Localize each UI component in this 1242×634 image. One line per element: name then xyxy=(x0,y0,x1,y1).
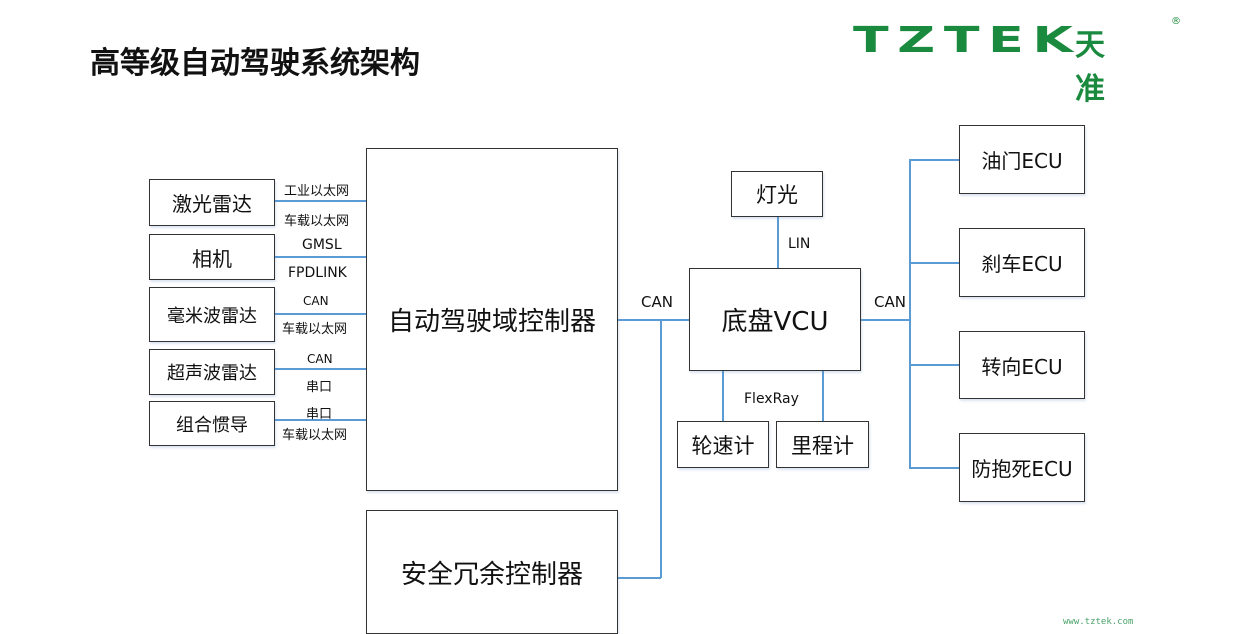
sensor-ultrasonic-radar: 超声波雷达 xyxy=(149,349,275,395)
odometer: 里程计 xyxy=(776,421,869,468)
sensor-camera: 相机 xyxy=(149,234,275,280)
registered-mark: ® xyxy=(1171,16,1181,27)
link-label: 车载以太网 xyxy=(282,428,348,443)
ecu-bus-vertical xyxy=(909,159,911,468)
sensor-label: 相机 xyxy=(192,246,232,271)
link-ultrasonic xyxy=(275,368,366,370)
ecu-branch xyxy=(909,159,960,161)
bus-vcu-to-ecus xyxy=(861,319,910,321)
light-label: 灯光 xyxy=(756,183,798,207)
sensor-label: 毫米波雷达 xyxy=(167,305,257,327)
ecu-label: 防抱死ECU xyxy=(971,457,1073,481)
left-can-label: CAN xyxy=(641,293,673,311)
lin-link xyxy=(777,217,779,268)
brake-ecu: 刹车ECU xyxy=(959,228,1085,297)
lin-label: LIN xyxy=(788,236,811,252)
ad-domain-controller: 自动驾驶域控制器 xyxy=(366,148,618,491)
link-label: CAN xyxy=(307,352,333,366)
bus-vertical-safety xyxy=(660,319,662,578)
tztek-logo: TZTEK 天准 ® xyxy=(853,16,1181,107)
link-camera xyxy=(275,256,366,258)
ecu-branch xyxy=(909,364,960,366)
sensor-mmwave-radar: 毫米波雷达 xyxy=(149,287,275,342)
flexray-label: FlexRay xyxy=(744,391,799,407)
vcu-label: 底盘VCU xyxy=(721,307,829,337)
flexray-link-odo xyxy=(822,371,824,422)
abs-ecu: 防抱死ECU xyxy=(959,433,1085,502)
wheel-speed-sensor: 轮速计 xyxy=(677,421,769,468)
sensor-label: 超声波雷达 xyxy=(167,363,257,384)
safety-redundancy-controller: 安全冗余控制器 xyxy=(366,510,618,634)
logo-text-cn: 天准 xyxy=(1075,28,1105,107)
controller-label: 自动驾驶域控制器 xyxy=(387,307,596,337)
link-label: FPDLINK xyxy=(288,265,347,281)
link-lidar xyxy=(275,200,366,202)
light-box: 灯光 xyxy=(731,171,823,217)
steering-ecu: 转向ECU xyxy=(959,331,1085,399)
odometer-label: 里程计 xyxy=(791,433,854,458)
chassis-vcu: 底盘VCU xyxy=(689,268,861,371)
link-label: GMSL xyxy=(302,237,342,253)
footer-url: www.tztek.com xyxy=(1063,617,1134,627)
sensor-lidar: 激光雷达 xyxy=(149,179,275,226)
link-label: 车载以太网 xyxy=(282,322,348,337)
controller-label: 安全冗余控制器 xyxy=(400,559,583,590)
logo-text-en: TZTEK xyxy=(853,19,1082,61)
bus-ad-to-vcu xyxy=(618,319,690,321)
bus-safety-to-vcu xyxy=(618,577,661,579)
ecu-label: 刹车ECU xyxy=(981,252,1063,276)
link-label: 工业以太网 xyxy=(284,184,350,199)
ecu-branch xyxy=(909,467,960,469)
link-mmwave xyxy=(275,313,366,315)
right-can-label: CAN xyxy=(874,293,906,311)
link-label: 串口 xyxy=(306,407,333,422)
link-label: CAN xyxy=(303,294,329,308)
sensor-ins: 组合惯导 xyxy=(149,401,275,446)
link-label: 车载以太网 xyxy=(284,214,350,229)
ecu-label: 油门ECU xyxy=(981,149,1063,173)
ecu-branch xyxy=(909,262,960,264)
wheel-speed-label: 轮速计 xyxy=(691,433,755,458)
throttle-ecu: 油门ECU xyxy=(959,125,1085,194)
sensor-label: 激光雷达 xyxy=(172,192,252,216)
link-label: 串口 xyxy=(306,380,333,395)
sensor-label: 组合惯导 xyxy=(176,414,248,436)
page-title: 高等级自动驾驶系统架构 xyxy=(90,46,420,81)
ecu-label: 转向ECU xyxy=(981,354,1063,379)
flexray-link-wheel xyxy=(722,371,724,422)
